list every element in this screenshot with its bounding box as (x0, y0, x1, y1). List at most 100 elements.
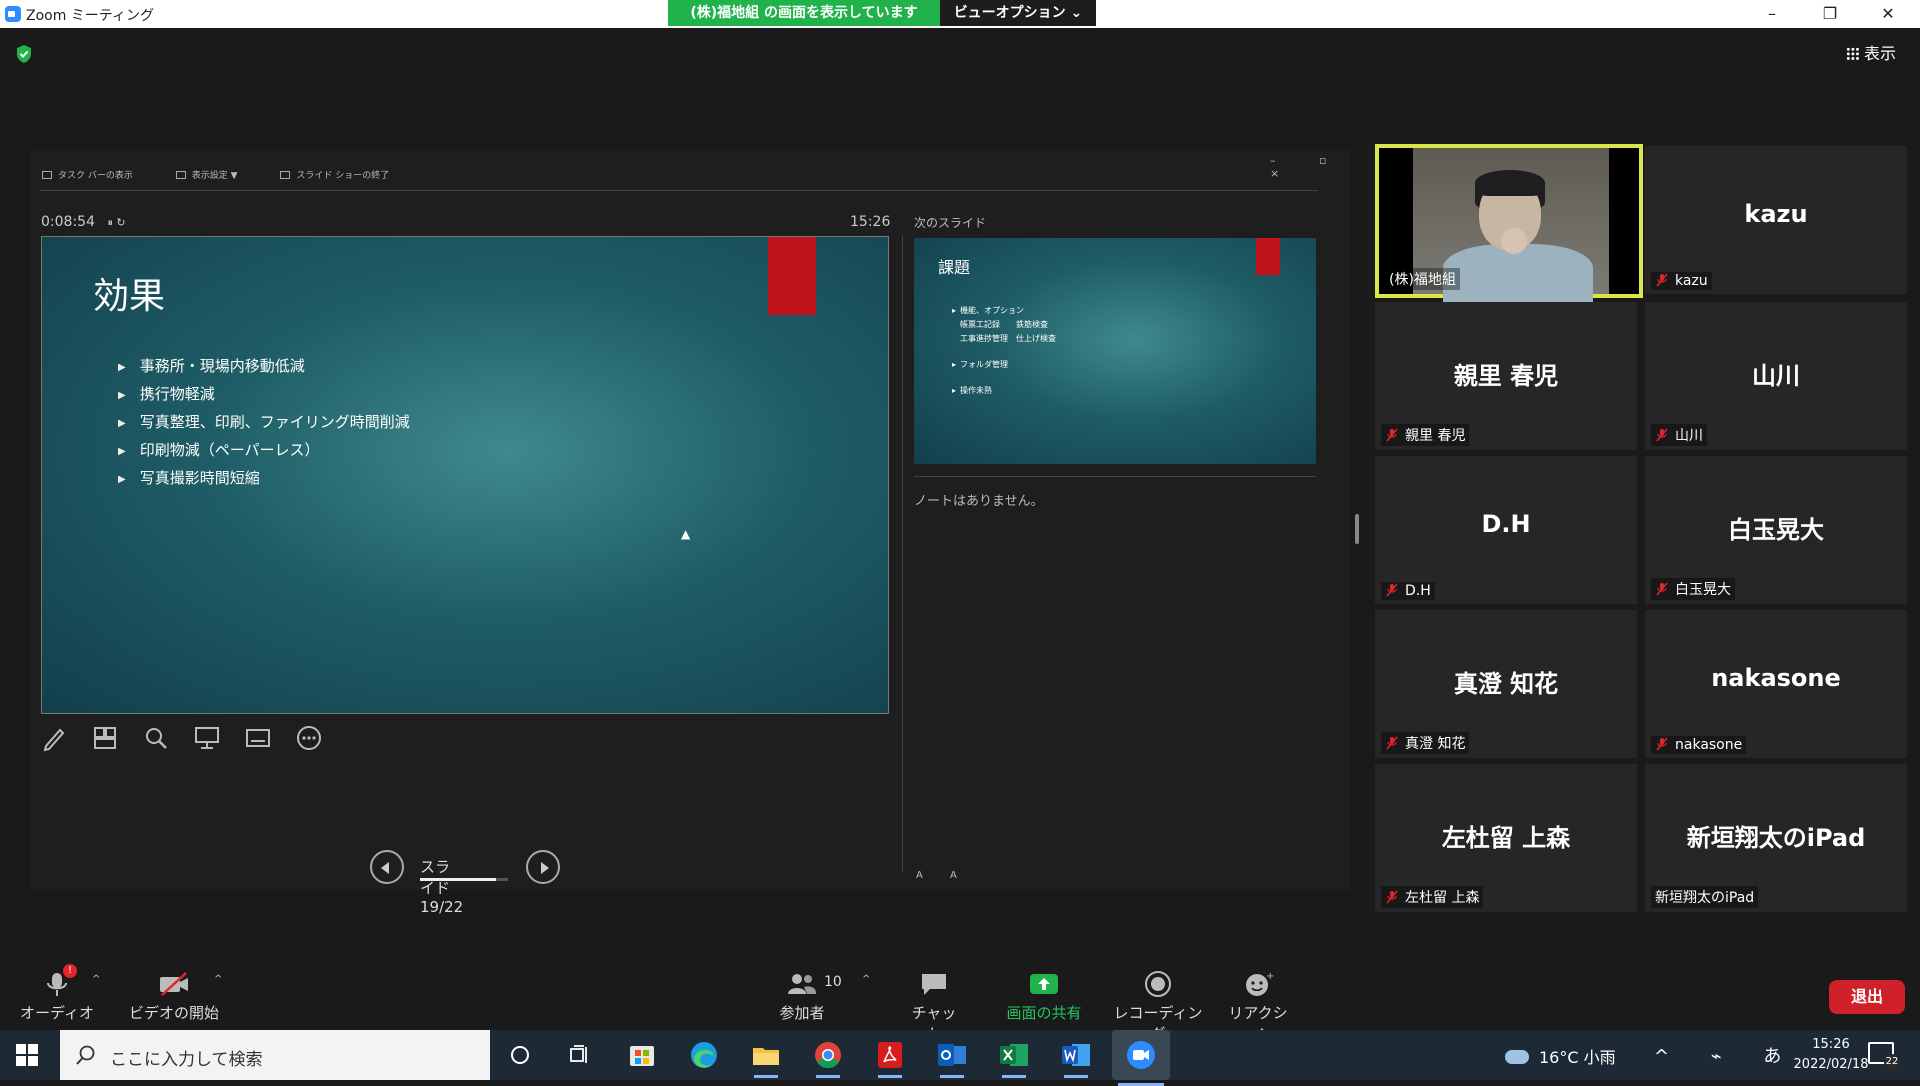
reaction-smiley-icon: + (1242, 970, 1274, 998)
end-slideshow-label: スライド ショーの終了 (296, 171, 390, 181)
notifications-icon[interactable]: 22 (1868, 1042, 1900, 1070)
muted-microphone-icon (1656, 428, 1668, 442)
participants-button[interactable]: 参加者 (770, 960, 834, 1023)
windows-start-icon[interactable] (16, 1044, 38, 1066)
participants-options-caret-icon[interactable]: ^ (862, 974, 870, 985)
gallery-resize-handle[interactable] (1355, 514, 1359, 544)
notes-font-size-controls[interactable]: A A (916, 870, 969, 881)
minimize-button[interactable]: – (1743, 0, 1801, 28)
start-video-button[interactable]: ビデオの開始 (128, 960, 220, 1023)
microphone-icon: ! (41, 964, 77, 998)
outlook-icon[interactable] (934, 1038, 970, 1078)
participant-tile[interactable]: 左杜留 上森 左杜留 上森 (1375, 764, 1637, 912)
notes-divider (914, 476, 1316, 477)
zoom-taskbar-icon[interactable] (1112, 1030, 1170, 1086)
audio-button[interactable]: ! オーディオ (18, 960, 96, 1023)
weather-widget[interactable]: 16°C 小雨 (1505, 1044, 1616, 1068)
chrome-browser-icon[interactable] (810, 1038, 846, 1078)
muted-microphone-icon (1656, 273, 1668, 287)
mouse-cursor-icon: ▲ (681, 527, 691, 541)
participant-display-name: 新垣翔太のiPad (1686, 824, 1866, 852)
video-options-caret-icon[interactable]: ^ (214, 974, 222, 985)
participant-tile[interactable]: (株)福地組 (1375, 144, 1643, 304)
restore-button[interactable]: ❐ (1801, 0, 1859, 28)
window-title: Zoom ミーティング (26, 8, 154, 24)
next-slide-body: 機能、オプション帳票工記録 鉄筋検査工事進捗管理 仕上げ検査フォルダ管理操作未熟 (952, 304, 1056, 398)
participant-tile[interactable]: kazu kazu (1645, 146, 1907, 294)
meeting-toolbar: ! オーディオ ^ ビデオの開始 ^ 参加者 10 ^ チャット 画面の共有 レ… (0, 960, 1920, 1043)
more-options-icon[interactable] (295, 724, 323, 752)
next-slide-preview[interactable]: 課題 機能、オプション帳票工記録 鉄筋検査工事進捗管理 仕上げ検査フォルダ管理操… (914, 238, 1316, 464)
microsoft-store-icon[interactable] (624, 1038, 660, 1072)
timer-controls[interactable]: ⏸ ↻ (107, 216, 125, 229)
close-button[interactable]: ✕ (1859, 0, 1917, 28)
end-slideshow-item[interactable]: スライド ショーの終了 (280, 171, 389, 181)
screen-share-banner: (株)福地組 の画面を表示しています (668, 0, 940, 26)
file-explorer-icon[interactable] (748, 1038, 784, 1078)
edge-browser-icon[interactable] (686, 1038, 722, 1072)
svg-text:+: + (1266, 971, 1274, 982)
leave-meeting-button[interactable]: 退出 (1829, 980, 1905, 1014)
participant-tile[interactable]: 新垣翔太のiPad 新垣翔太のiPad (1645, 764, 1907, 912)
display-settings-item[interactable]: 表示設定 ▼ (175, 171, 238, 181)
participant-tile[interactable]: 真澄 知花 真澄 知花 (1375, 610, 1637, 758)
slide-bullet: 事務所・現場内移動低減 (118, 355, 410, 383)
next-slide-line: 工事進捗管理 仕上げ検査 (960, 334, 1056, 343)
excel-icon[interactable] (996, 1038, 1032, 1078)
next-slide-line (952, 372, 1056, 384)
acrobat-reader-icon[interactable] (872, 1038, 908, 1078)
slide-red-tab (768, 237, 816, 315)
share-screen-button[interactable]: 画面の共有 (1000, 960, 1088, 1023)
video-off-icon (158, 970, 190, 998)
next-slide-title: 課題 (938, 258, 971, 277)
view-button[interactable]: 表示 (1846, 40, 1896, 64)
participants-label: 参加者 (779, 1004, 825, 1022)
participant-tile[interactable]: 親里 春児 親里 春児 (1375, 302, 1637, 450)
view-options-button[interactable]: ビューオプション ⌄ (940, 0, 1096, 26)
word-icon[interactable] (1058, 1038, 1094, 1078)
participant-tile[interactable]: 白玉晃大 白玉晃大 (1645, 456, 1907, 604)
see-all-slides-icon[interactable] (91, 724, 119, 752)
participant-name-label: 左杜留 上森 (1381, 886, 1484, 908)
next-slide-button[interactable] (526, 850, 560, 884)
audio-alert-badge: ! (63, 964, 77, 978)
cortana-icon[interactable] (502, 1038, 538, 1072)
previous-slide-button[interactable] (370, 850, 404, 884)
next-slide-label: 次のスライド (914, 216, 987, 230)
taskbar-clock[interactable]: 15:26 2022/02/18 (1786, 1035, 1876, 1075)
subtitles-icon[interactable] (244, 724, 272, 752)
security-shield-icon[interactable] (15, 44, 33, 64)
audio-options-caret-icon[interactable]: ^ (92, 974, 100, 985)
taskbar-search-box[interactable]: ここに入力して検索 (60, 1030, 490, 1080)
presenter-divider (40, 190, 1318, 191)
participant-tile[interactable]: 山川 山川 (1645, 302, 1907, 450)
pen-icon[interactable] (40, 724, 68, 752)
zoom-magnifier-icon[interactable] (142, 724, 170, 752)
muted-microphone-icon (1656, 737, 1668, 751)
taskbar-toggle-item[interactable]: タスク バーの表示 (42, 171, 133, 181)
slide-progress-bar (420, 878, 508, 881)
participant-display-name: kazu (1744, 200, 1808, 228)
system-tray-icons[interactable]: ^ ⌁ あ (1654, 1042, 1799, 1068)
display-settings-label: 表示設定 ▼ (191, 171, 238, 181)
presenter-view: タスク バーの表示 表示設定 ▼ スライド ショーの終了 – ▫ × 0:08:… (30, 150, 1350, 916)
participant-name-text: nakasone (1675, 737, 1743, 753)
slide-progress-fill (420, 878, 496, 881)
black-screen-icon[interactable] (193, 724, 221, 752)
muted-microphone-icon (1386, 583, 1398, 597)
participant-tile[interactable]: D.H D.H (1375, 456, 1637, 604)
participant-name-label: D.H (1381, 582, 1435, 600)
timer-value: 0:08:54 (41, 214, 95, 230)
presenter-window-controls[interactable]: – ▫ × (1270, 154, 1350, 180)
participant-name-label: nakasone (1651, 736, 1747, 754)
participant-name-label: 山川 (1651, 424, 1707, 446)
slide-counter[interactable]: スライド 19/22 (420, 856, 463, 916)
clock-time: 15:26 (1812, 1037, 1850, 1052)
slide-bullet-list: 事務所・現場内移動低減 携行物軽減 写真整理、印刷、ファイリング時間削減 印刷物… (118, 355, 410, 495)
participant-display-name: D.H (1481, 510, 1531, 538)
participant-tile[interactable]: nakasone nakasone (1645, 610, 1907, 758)
participant-name-text: 親里 春児 (1405, 428, 1466, 444)
task-view-icon[interactable] (562, 1038, 598, 1072)
participant-name-text: 新垣翔太のiPad (1655, 890, 1755, 906)
participant-display-name: 白玉晃大 (1728, 516, 1824, 544)
